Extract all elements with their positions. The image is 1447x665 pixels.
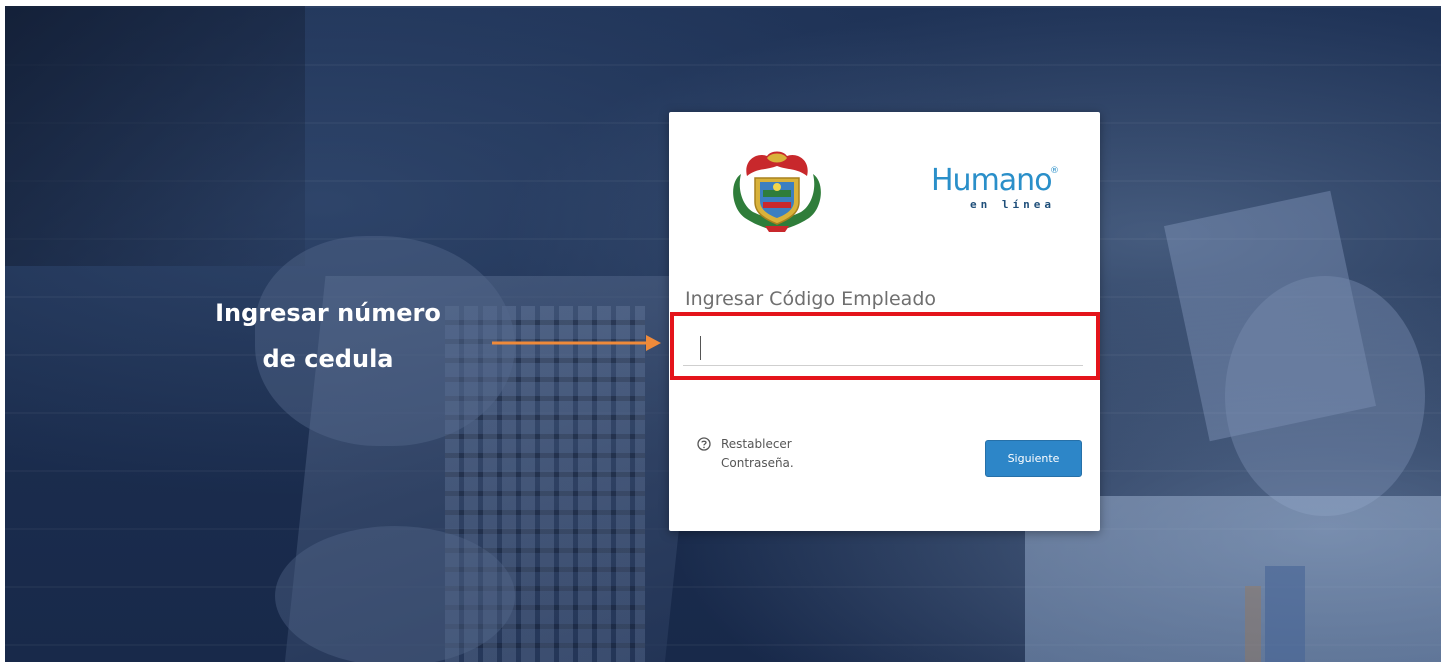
logo-sub-text: en línea bbox=[970, 198, 1055, 211]
background-hand bbox=[275, 526, 515, 662]
coat-of-arms-icon bbox=[733, 151, 821, 232]
logo-registered-mark: ® bbox=[1050, 166, 1059, 176]
orange-arrow-icon bbox=[492, 335, 661, 351]
employee-code-label: Ingresar Código Empleado bbox=[685, 288, 937, 310]
next-button[interactable]: Siguiente bbox=[985, 440, 1082, 477]
instruction-line-2: de cedula bbox=[262, 345, 394, 373]
logo-main-text: Humano bbox=[931, 163, 1053, 198]
reset-line-1: Restablecer bbox=[721, 437, 792, 451]
reset-password-text[interactable]: Restablecer Contraseña. bbox=[721, 435, 831, 473]
reset-line-2: Contraseña. bbox=[721, 456, 794, 470]
background-chart-bar bbox=[1265, 566, 1305, 662]
reset-password-link[interactable]: Restablecer Contraseña. bbox=[697, 435, 831, 473]
question-circle-icon bbox=[697, 437, 711, 451]
input-highlight-box bbox=[670, 312, 1100, 380]
background-hand bbox=[1225, 276, 1425, 516]
background-chart-bar bbox=[1245, 586, 1261, 662]
humano-en-linea-logo: Humano ® en línea bbox=[931, 164, 1061, 220]
instruction-annotation: Ingresar número de cedula bbox=[178, 290, 478, 382]
background-sleeve bbox=[5, 6, 305, 266]
instruction-line-1: Ingresar número bbox=[215, 299, 441, 327]
login-card: Humano ® en línea Ingresar Código Emplea… bbox=[669, 112, 1100, 531]
